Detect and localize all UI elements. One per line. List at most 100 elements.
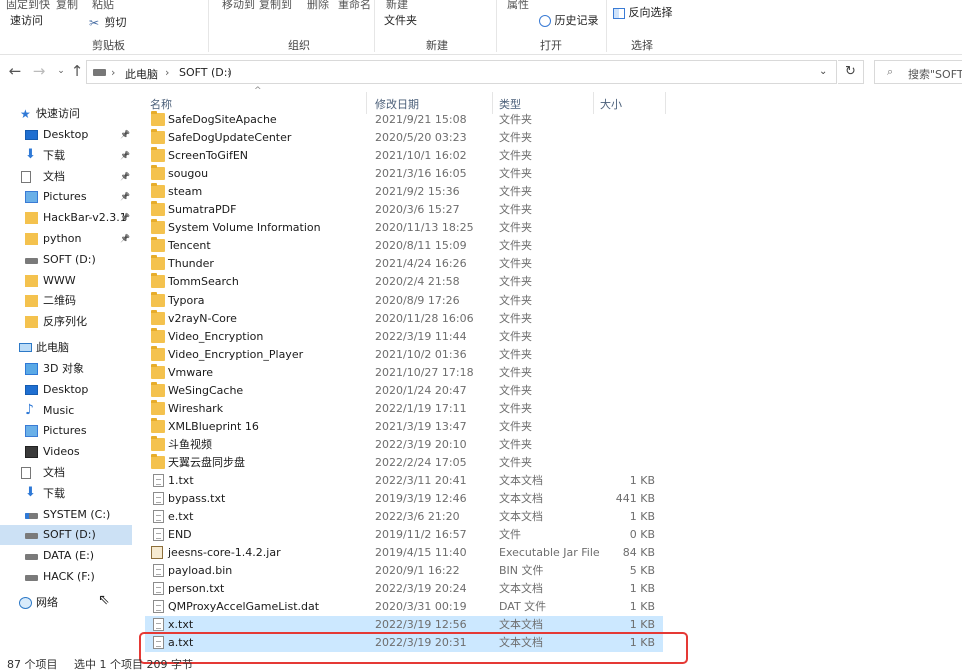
column-name[interactable]: 名称 — [150, 96, 172, 112]
nav-item-system-c-[interactable]: SYSTEM (C:) — [0, 505, 132, 525]
nav-item-反序列化[interactable]: 反序列化 — [0, 312, 132, 332]
file-row[interactable]: e.txt 2022/3/6 21:20 文本文档 1 KB — [145, 508, 663, 526]
quick-access-label[interactable]: 速访问 — [10, 12, 43, 28]
file-row[interactable]: v2rayN-Core 2020/11/28 16:06 文件夹 — [145, 309, 663, 328]
address-bar[interactable]: › 此电脑 › SOFT (D:) › ⌄ — [86, 60, 837, 84]
file-row[interactable]: QMProxyAccelGameList.dat 2020/3/31 00:19 D… — [145, 598, 663, 616]
nav-item-desktop[interactable]: Desktop — [0, 380, 132, 400]
file-row[interactable]: SafeDogSiteApache 2021/9/21 15:08 文件夹 — [145, 111, 663, 129]
nav-item-soft-d-[interactable]: SOFT (D:) — [0, 525, 132, 546]
file-row[interactable]: 1.txt 2022/3/11 20:41 文本文档 1 KB — [145, 472, 663, 490]
file-row[interactable]: x.txt 2022/3/19 12:56 文本文档 1 KB — [145, 616, 663, 635]
address-history-chevron-icon[interactable]: ⌄ — [819, 66, 827, 77]
nav-network[interactable]: 网络 — [0, 593, 132, 613]
nav-item-soft-d-[interactable]: SOFT (D:) — [0, 250, 132, 270]
file-row[interactable]: TommSearch 2020/2/4 21:58 文件夹 — [145, 273, 663, 291]
new-folder-label[interactable]: 文件夹 — [384, 12, 417, 28]
nav-item-videos[interactable]: Videos — [0, 442, 132, 462]
nav-item-文档[interactable]: 文档 📌 — [0, 167, 132, 187]
pin-to-quick-access-label[interactable]: 固定到快 — [6, 0, 50, 12]
copy-label[interactable]: 复制 — [56, 0, 78, 12]
breadcrumb-soft-d[interactable]: SOFT (D:) — [179, 66, 232, 79]
file-row[interactable]: Tencent 2020/8/11 15:09 文件夹 — [145, 237, 663, 255]
cut-button[interactable]: ✂ 剪切 — [89, 14, 127, 30]
paste-label[interactable]: 粘贴 — [92, 0, 114, 12]
nav-item-data-e-[interactable]: DATA (E:) — [0, 546, 132, 566]
column-size[interactable]: 大小 — [600, 96, 622, 112]
nav-item-下载[interactable]: ⬇ 下载 📌 — [0, 146, 132, 166]
file-row[interactable]: System Volume Information 2020/11/13 18:2… — [145, 219, 663, 237]
nav-item-hack-f-[interactable]: HACK (F:) — [0, 567, 132, 587]
file-row[interactable]: Vmware 2021/10/27 17:18 文件夹 — [145, 363, 663, 382]
download-icon: ⬇ — [25, 146, 36, 162]
file-row[interactable]: payload.bin 2020/9/1 16:22 BIN 文件 5 KB — [145, 562, 663, 580]
properties-label[interactable]: 属性 — [507, 0, 529, 12]
search-input[interactable]: ⌕ 搜索"SOFT — [874, 60, 962, 84]
move-to-label[interactable]: 移动到 — [222, 0, 255, 12]
address-row: ← → ⌄ ↑ › 此电脑 › SOFT (D:) › ⌄ ↻ ⌕ 搜索"SOF… — [0, 56, 962, 88]
file-row[interactable]: 斗鱼视频 2022/3/19 20:10 文件夹 — [145, 435, 663, 454]
breadcrumb-this-pc[interactable]: 此电脑 — [125, 66, 158, 82]
copy-to-label[interactable]: 复制到 — [259, 0, 292, 12]
nav-quick-access[interactable]: ★ 快速访问 — [0, 104, 132, 124]
file-row[interactable]: jeesns-core-1.4.2.jar 2019/4/15 11:40 Exec… — [145, 544, 663, 562]
vertical-scrollbar[interactable] — [950, 92, 962, 652]
file-row[interactable]: END 2019/11/2 16:57 文件 0 KB — [145, 526, 663, 544]
nav-item-label: python — [43, 232, 82, 245]
nav-item-3d-对象[interactable]: 3D 对象 — [0, 359, 132, 379]
file-row[interactable]: SafeDogUpdateCenter 2020/5/20 03:23 文件夹 — [145, 129, 663, 147]
nav-item-python[interactable]: python 📌 — [0, 229, 132, 249]
nav-item-music[interactable]: ♪ Music — [0, 401, 132, 421]
column-type[interactable]: 类型 — [499, 96, 521, 112]
file-row[interactable]: Typora 2020/8/9 17:26 文件夹 — [145, 291, 663, 310]
rename-label[interactable]: 重命名 — [338, 0, 371, 12]
nav-item-pictures[interactable]: Pictures — [0, 421, 132, 441]
file-name: SumatraPDF — [168, 203, 237, 217]
file-row[interactable]: Wireshark 2022/1/19 17:11 文件夹 — [145, 399, 663, 418]
column-date-modified[interactable]: 修改日期 — [375, 96, 419, 112]
nav-item-文档[interactable]: 文档 — [0, 463, 132, 483]
file-date-modified: 2019/4/15 11:40 — [375, 546, 467, 560]
nav-item-pictures[interactable]: Pictures 📌 — [0, 187, 132, 207]
column-separator[interactable] — [665, 92, 666, 114]
file-row[interactable]: sougou 2021/3/16 16:05 文件夹 — [145, 165, 663, 183]
nav-item-label: 3D 对象 — [43, 362, 84, 375]
pictures-icon — [25, 425, 38, 438]
nav-item-desktop[interactable]: Desktop 📌 — [0, 125, 132, 145]
file-row[interactable]: a.txt 2022/3/19 20:31 文本文档 1 KB — [145, 634, 663, 653]
history-button[interactable]: 历史记录 — [539, 12, 599, 28]
text-file-icon — [153, 510, 164, 524]
file-row[interactable]: Video_Encryption_Player 2021/10/2 01:36 文件… — [145, 345, 663, 364]
file-row[interactable]: WeSingCache 2020/1/24 20:47 文件夹 — [145, 381, 663, 400]
file-row[interactable]: person.txt 2022/3/19 20:24 文本文档 1 KB — [145, 580, 663, 598]
nav-item-下载[interactable]: ⬇ 下载 — [0, 484, 132, 504]
file-name: bypass.txt — [168, 492, 226, 506]
file-row[interactable]: ScreenToGifEN 2021/10/1 16:02 文件夹 — [145, 147, 663, 165]
nav-network-label: 网络 — [36, 596, 58, 609]
file-row[interactable]: Thunder 2021/4/24 16:26 文件夹 — [145, 255, 663, 273]
up-arrow-icon[interactable]: ↑ — [68, 61, 86, 81]
invert-selection-button[interactable]: 反向选择 — [613, 4, 673, 20]
file-type: 文件夹 — [499, 149, 532, 163]
nav-this-pc[interactable]: 此电脑 — [0, 338, 132, 358]
refresh-button[interactable]: ↻ — [838, 60, 864, 84]
file-name: Video_Encryption — [168, 329, 264, 343]
file-row[interactable]: bypass.txt 2019/3/19 12:46 文本文档 441 KB — [145, 490, 663, 508]
system-drive-icon — [25, 512, 38, 519]
new-item-label[interactable]: 新建 — [386, 0, 408, 12]
file-type: 文本文档 — [499, 618, 543, 632]
back-arrow-icon[interactable]: ← — [6, 61, 24, 81]
file-row[interactable]: SumatraPDF 2020/3/6 15:27 文件夹 — [145, 201, 663, 219]
file-date-modified: 2020/8/11 15:09 — [375, 239, 467, 253]
nav-item-hackbar-v2-3-1[interactable]: HackBar-v2.3.1 📌 — [0, 208, 132, 228]
file-size: 1 KB — [629, 618, 655, 632]
forward-arrow-icon[interactable]: → — [30, 61, 48, 81]
file-row[interactable]: Video_Encryption 2022/3/19 11:44 文件夹 — [145, 327, 663, 346]
file-row[interactable]: steam 2021/9/2 15:36 文件夹 — [145, 183, 663, 201]
delete-label[interactable]: 删除 — [307, 0, 329, 12]
nav-item-label: Videos — [43, 445, 80, 459]
file-row[interactable]: XMLBlueprint 16 2021/3/19 13:47 文件夹 — [145, 417, 663, 436]
nav-item-www[interactable]: WWW — [0, 271, 132, 291]
file-row[interactable]: 天翼云盘同步盘 2022/2/24 17:05 文件夹 — [145, 453, 663, 472]
nav-item-二维码[interactable]: 二维码 — [0, 291, 132, 311]
